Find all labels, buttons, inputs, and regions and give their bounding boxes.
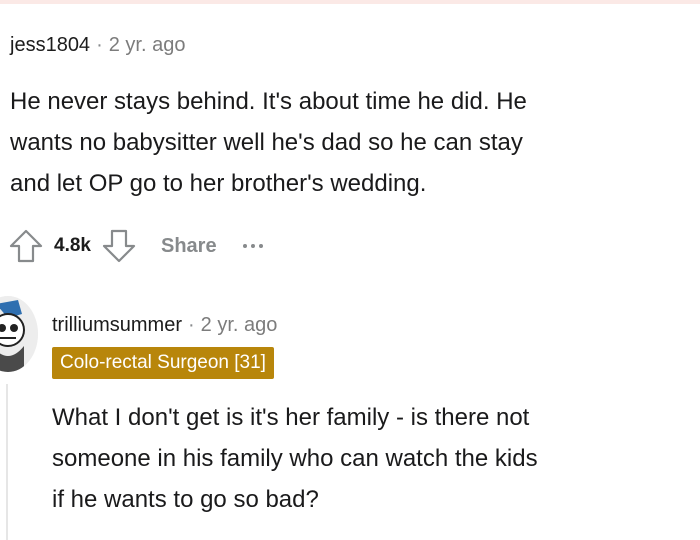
- reply-username[interactable]: trilliumsummer: [52, 314, 182, 337]
- reply-body-line: if he wants to go so bad?: [52, 486, 319, 513]
- reply-body-line: someone in his family who can watch the …: [52, 445, 538, 472]
- meta-separator: ·: [96, 34, 103, 56]
- comment-username[interactable]: jess1804: [10, 34, 90, 57]
- comment-body-line: wants no babysitter well he's dad so he …: [10, 129, 523, 156]
- more-dot: [250, 244, 255, 248]
- thread-line[interactable]: [6, 384, 8, 540]
- top-strip: [0, 0, 700, 4]
- upvote-arrow-icon[interactable]: [8, 228, 44, 264]
- more-options-icon[interactable]: [242, 236, 263, 256]
- comment-body-line: He never stays behind. It's about time h…: [10, 88, 527, 115]
- comment-body-line: and let OP go to her brother's wedding.: [10, 170, 427, 197]
- avatar[interactable]: [0, 296, 38, 372]
- comment-meta: jess1804 · 2 yr. ago: [10, 34, 185, 57]
- user-flair: Colo-rectal Surgeon [31]: [52, 347, 274, 379]
- reply-meta: trilliumsummer · 2 yr. ago: [52, 314, 277, 337]
- reply-timestamp[interactable]: 2 yr. ago: [201, 314, 278, 337]
- share-button[interactable]: Share: [161, 235, 217, 258]
- vote-count: 4.8k: [54, 235, 91, 256]
- comment-timestamp[interactable]: 2 yr. ago: [109, 34, 186, 57]
- reply-body-line: What I don't get is it's her family - is…: [52, 404, 530, 431]
- more-dot: [242, 244, 247, 248]
- downvote-arrow-icon[interactable]: [101, 228, 137, 264]
- more-dot: [258, 244, 263, 248]
- comment-body: He never stays behind. It's about time h…: [10, 81, 527, 204]
- meta-separator: ·: [188, 314, 195, 336]
- comment-action-bar: 4.8k Share: [8, 228, 263, 264]
- reply-body: What I don't get is it's her family - is…: [52, 397, 538, 520]
